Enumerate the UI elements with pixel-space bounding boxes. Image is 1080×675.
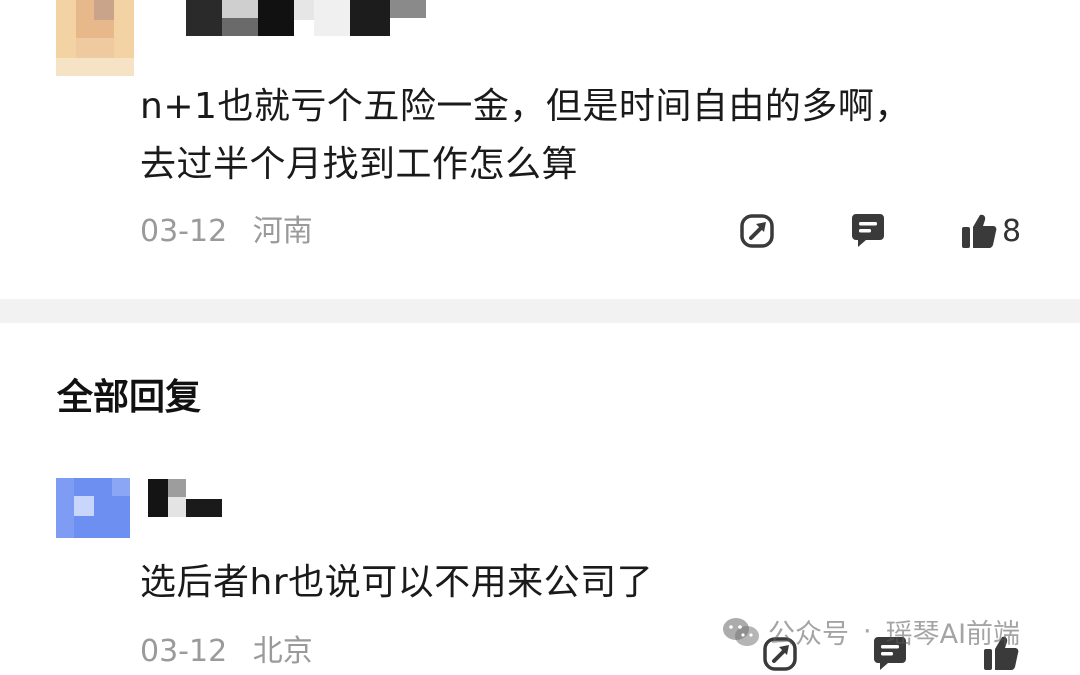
reply-username[interactable] xyxy=(148,479,222,517)
reply-date: 03-12 xyxy=(140,634,228,669)
comment-icon xyxy=(852,214,884,247)
watermark-account: 瑶琴AI前端 xyxy=(885,619,1021,650)
reply-meta: 03-12 北京 xyxy=(140,626,313,670)
like-button[interactable]: 8 xyxy=(960,212,1021,250)
watermark: 公众号 · 瑶琴AI前端 xyxy=(722,612,1020,651)
reply-location: 北京 xyxy=(252,634,313,669)
section-divider xyxy=(0,299,1080,323)
like-count: 8 xyxy=(1002,213,1022,249)
comment-date: 03-12 xyxy=(140,214,228,249)
comment-meta: 03-12 河南 xyxy=(140,206,313,250)
comment-text-line-2: 去过半个月找到工作怎么算 xyxy=(140,144,579,185)
share-button[interactable] xyxy=(739,213,775,249)
thumbs-up-icon xyxy=(962,214,997,248)
username[interactable] xyxy=(186,0,426,36)
comment-text-line-1: n+1也就亏个五险一金，但是时间自由的多啊， xyxy=(140,86,911,127)
replies-section-title: 全部回复 xyxy=(57,377,202,418)
watermark-separator: · xyxy=(863,616,872,647)
comment-location: 河南 xyxy=(252,214,313,249)
reply-text: 选后者hr也说可以不用来公司了 xyxy=(140,562,654,603)
share-icon xyxy=(740,214,774,248)
reply-avatar[interactable] xyxy=(56,478,130,538)
watermark-label: 公众号 xyxy=(768,619,849,650)
wechat-icon xyxy=(723,617,759,646)
avatar[interactable] xyxy=(56,0,134,76)
reply-button[interactable] xyxy=(850,212,886,250)
